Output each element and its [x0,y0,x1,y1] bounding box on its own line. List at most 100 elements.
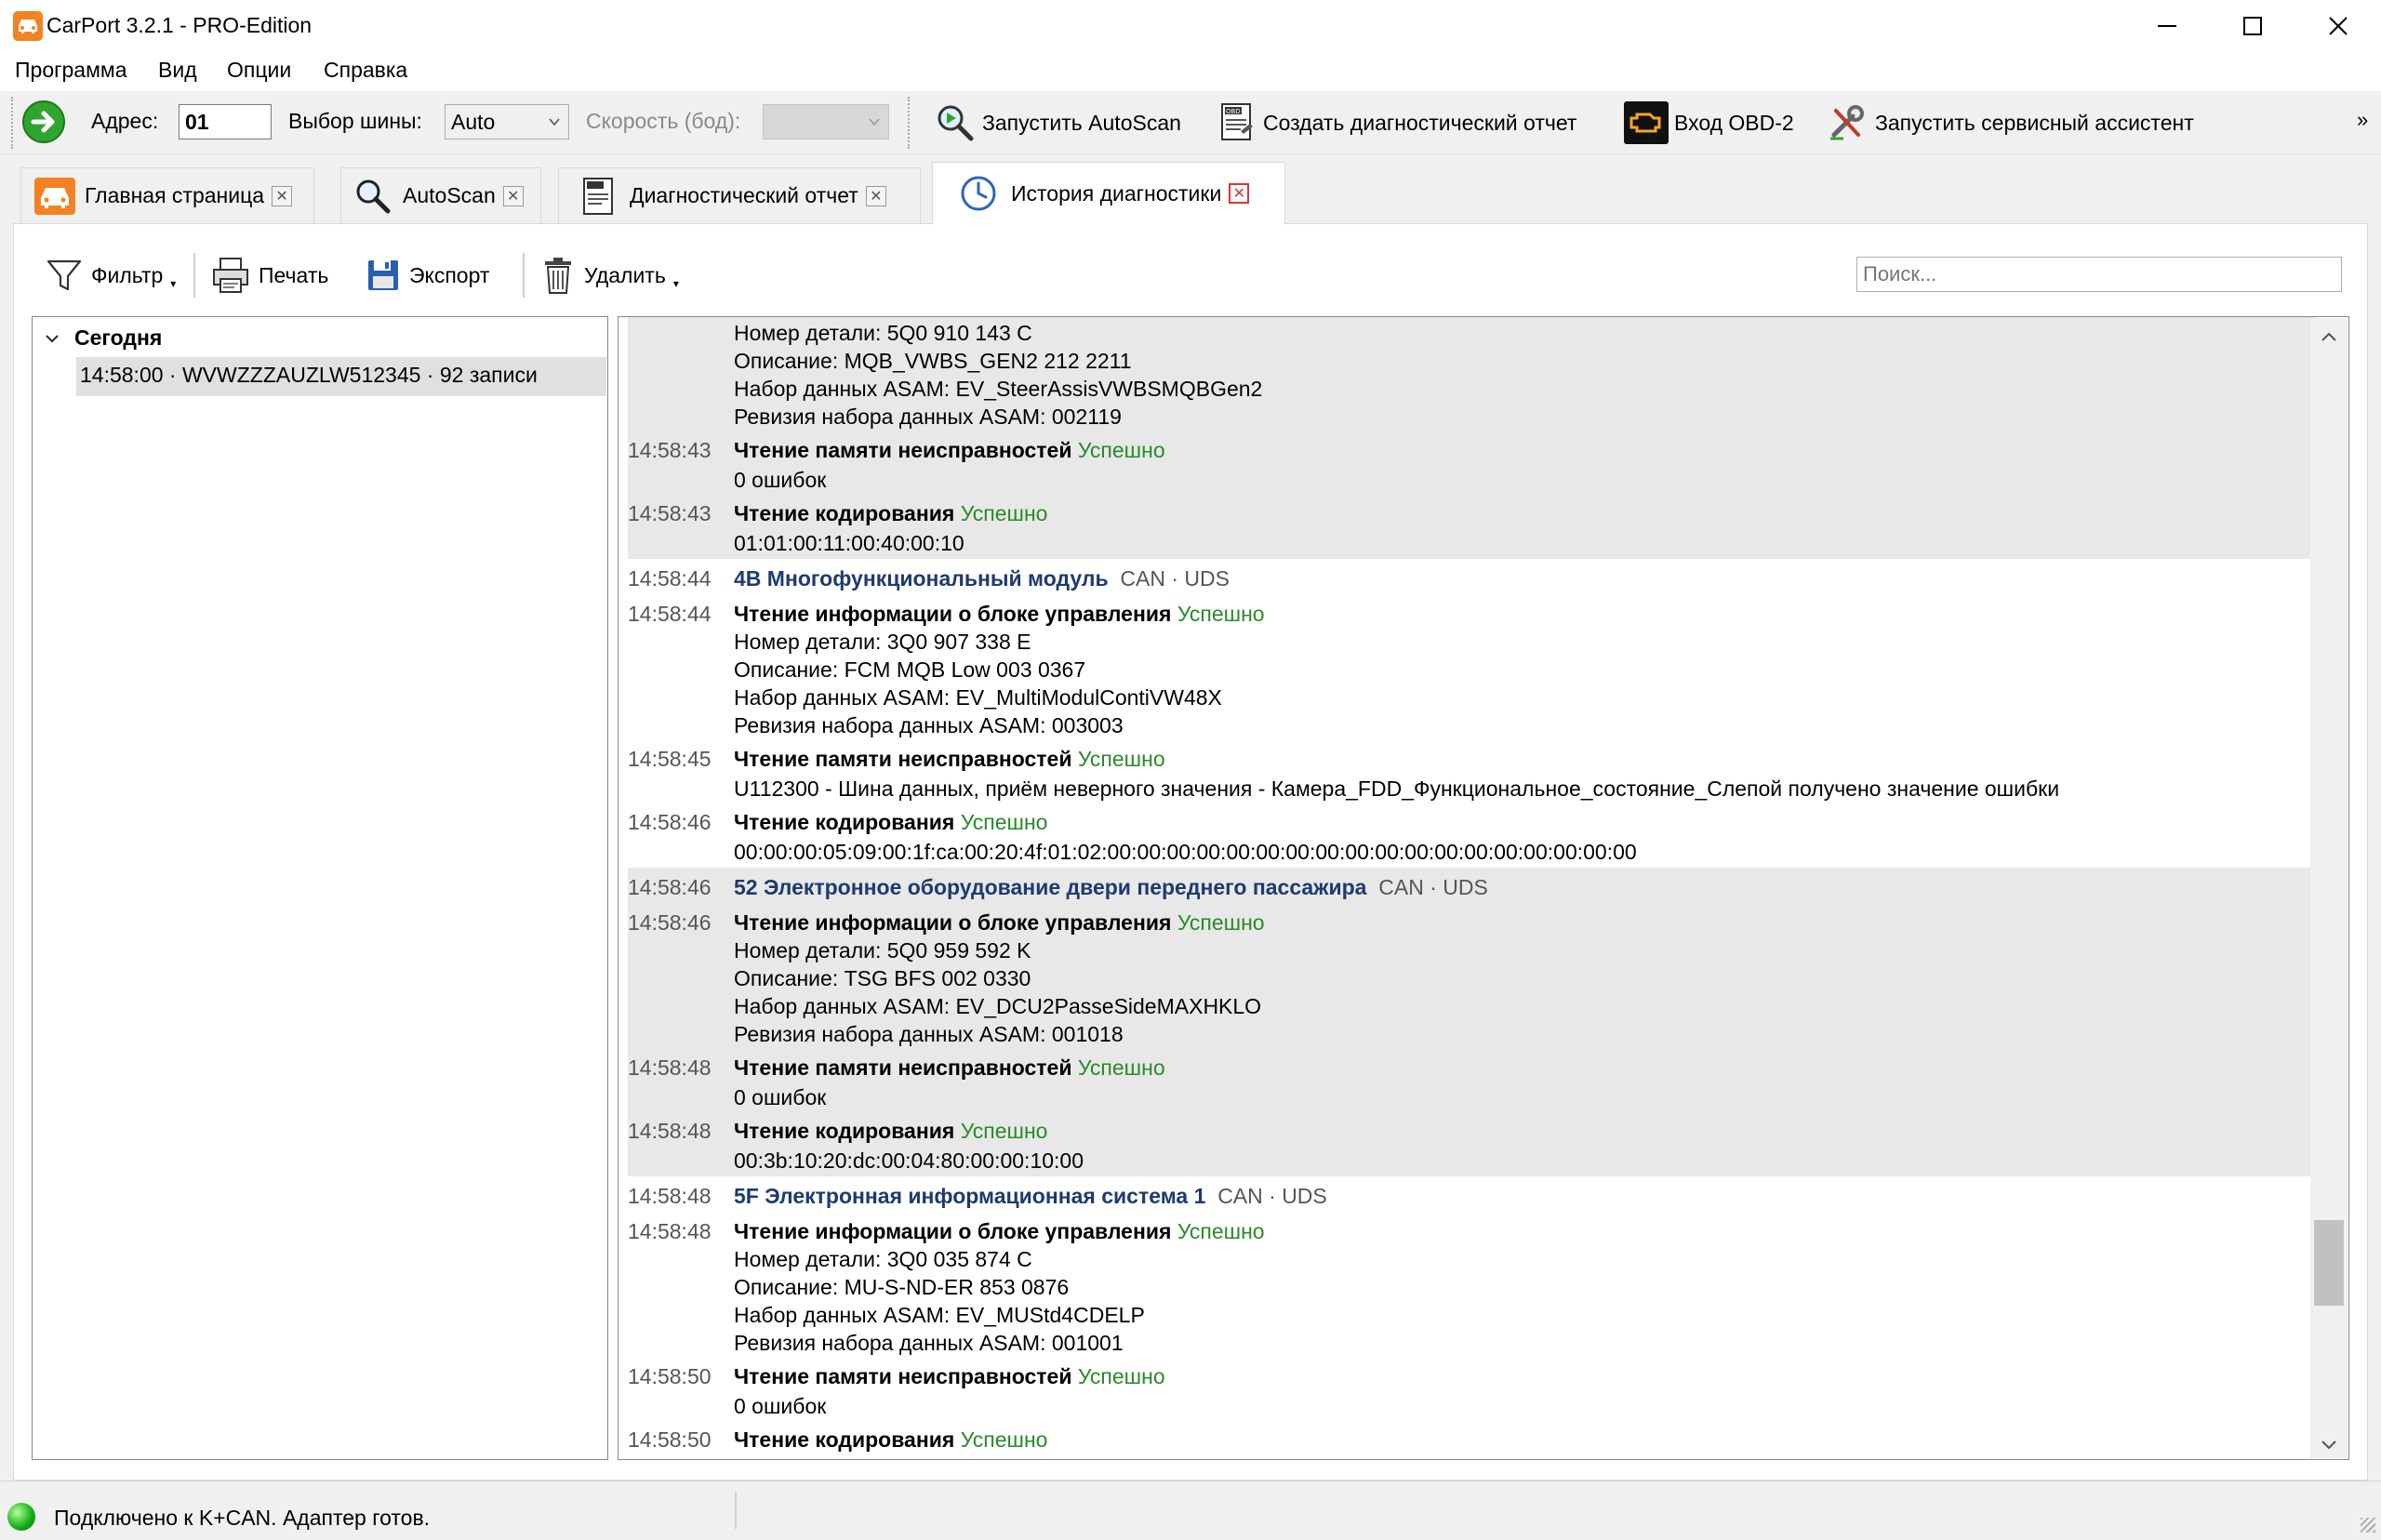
delete-label: Удалить [584,262,666,287]
toolbar-overflow-button[interactable]: » [2357,108,2368,132]
report-icon: OBD [1221,103,1253,140]
log-line: Набор данных ASAM: EV_MUStd4CDELP [734,1303,1145,1327]
tab-diagnostic-history-label: История диагностики [1011,180,1222,206]
report-icon [583,177,613,215]
speed-select[interactable] [763,104,889,139]
log-status: Успешно [1177,910,1265,935]
tab-close-button[interactable]: ✕ [272,185,293,206]
log-time: 14:58:45 [628,747,712,771]
log-heading: Чтение кодирования [734,501,955,525]
close-button[interactable] [2295,0,2381,52]
tab-close-button[interactable]: ✕ [502,185,524,206]
maximize-button[interactable] [2210,0,2295,52]
tab-diagnostic-history[interactable]: История диагностики ✕ [932,162,1285,225]
tools-icon [1830,105,1864,140]
tab-autoscan[interactable]: AutoScan ✕ [340,167,541,223]
resize-grip[interactable] [2361,1518,2375,1533]
scan-magnifier-icon [938,105,974,141]
menu-help[interactable]: Справка [324,58,407,83]
tab-diagnostic-report[interactable]: Диагностический отчет ✕ [558,167,921,223]
delete-button[interactable]: Удалить ▾ [539,249,679,301]
window-title: CarPort 3.2.1 - PRO-Edition [47,13,313,37]
log-time: 14:58:46 [628,910,712,935]
log-line: Ревизия набора данных ASAM: 001018 [734,1022,1124,1046]
svg-text:OBD: OBD [1226,108,1241,115]
module-name: 52 Электронное оборудование двери передн… [734,875,1367,899]
toolbar-grip[interactable] [11,97,15,149]
tab-home-label: Главная страница [85,183,265,207]
scrollbar-thumb[interactable] [2314,1220,2344,1306]
obd2-button[interactable]: Вход OBD-2 [1624,97,1794,149]
service-assistant-label: Запустить сервисный ассистент [1875,110,2194,135]
filter-button[interactable]: Фильтр ▾ [45,249,176,301]
status-separator [735,1492,737,1529]
tab-close-button[interactable]: ✕ [1229,183,1250,204]
create-report-button[interactable]: OBD Создать диагностический отчет [1217,97,1576,149]
log-heading: Чтение кодирования [734,810,955,834]
bus-select-value: Auto [451,110,496,134]
log-entry: Чтение информации о блоке управления Усп… [734,1219,1265,1244]
log-time: 14:58:43 [628,501,712,525]
menu-options[interactable]: Опции [227,58,291,83]
connect-button[interactable] [22,100,65,143]
log-entry: Чтение кодирования Успешно [734,1427,1047,1453]
print-button[interactable]: Печать [210,249,328,301]
menu-program[interactable]: Программа [15,58,127,83]
title-bar [0,0,2381,52]
log-line: 0 ошибок [734,1394,827,1418]
tree-group-today[interactable]: Сегодня [45,325,162,351]
chevron-down-icon [549,118,560,126]
menu-view[interactable]: Вид [158,58,197,83]
magnifier-icon [356,179,391,213]
action-separator [193,253,195,298]
log-status: Успешно [1077,438,1165,462]
module-header: 4B Многофункциональный модуль CAN · UDS [734,566,1230,591]
tab-autoscan-label: AutoScan [403,183,496,207]
funnel-icon [47,259,82,291]
log-status: Успешно [1177,602,1265,626]
log-heading: Чтение памяти неисправностей [734,747,1072,771]
log-status: Успешно [960,810,1048,834]
log-entry: Чтение информации о блоке управления Усп… [734,602,1265,627]
tab-close-button[interactable]: ✕ [865,185,886,206]
chevron-down-icon [2321,1440,2336,1450]
export-button[interactable]: Экспорт [365,249,489,301]
export-label: Экспорт [409,262,490,287]
printer-icon [213,258,248,293]
print-label: Печать [259,262,329,287]
toolbar-grip[interactable] [908,97,911,149]
search-input[interactable] [1856,257,2342,292]
log-line: 00:00:00:05:09:00:1f:ca:00:20:4f:01:02:0… [734,840,1637,864]
chevron-down-icon [869,118,880,126]
log-entry: Чтение памяти неисправностей Успешно [734,1055,1165,1081]
floppy-disk-icon [368,260,398,290]
autoscan-button[interactable]: Запустить AutoScan [934,97,1181,149]
scroll-down-button[interactable] [2320,1432,2338,1457]
log-time: 14:58:50 [628,1364,712,1388]
log-line: Набор данных ASAM: EV_SteerAssisVWBSMQBG… [734,377,1263,401]
scroll-up-button[interactable] [2320,325,2338,351]
address-input[interactable]: 01 [179,104,272,139]
engine-warning-icon [1624,101,1669,144]
service-assistant-button[interactable]: Запустить сервисный ассистент [1825,97,2194,149]
log-status: Успешно [1177,1219,1265,1243]
minimize-button[interactable] [2124,0,2210,52]
log-entry: Чтение информации о блоке управления Усп… [734,910,1265,936]
log-entry: Чтение кодирования Успешно [734,810,1047,835]
maximize-icon [2243,17,2262,35]
tab-home[interactable]: Главная страница ✕ [20,167,314,223]
chevron-up-icon [2321,332,2336,341]
log-time: 14:58:48 [628,1119,712,1143]
app-car-icon [13,11,43,41]
speed-label: Скорость (бод): [586,109,741,133]
chevron-down-icon[interactable] [45,331,60,346]
log-line: Номер детали: 3Q0 035 874 C [734,1247,1032,1271]
log-entry: Чтение памяти неисправностей Успешно [734,1364,1165,1389]
bus-select[interactable]: Auto [445,104,569,139]
close-icon [2329,17,2348,35]
log-time: 14:58:48 [628,1184,712,1208]
tree-session-item[interactable]: 14:58:00 · WVWZZZAUZLW512345 · 92 записи [76,357,606,396]
dropdown-arrow-icon: ▾ [672,277,679,290]
log-line: Ревизия набора данных ASAM: 003003 [734,713,1124,737]
module-name: 4B Многофункциональный модуль [734,566,1109,591]
